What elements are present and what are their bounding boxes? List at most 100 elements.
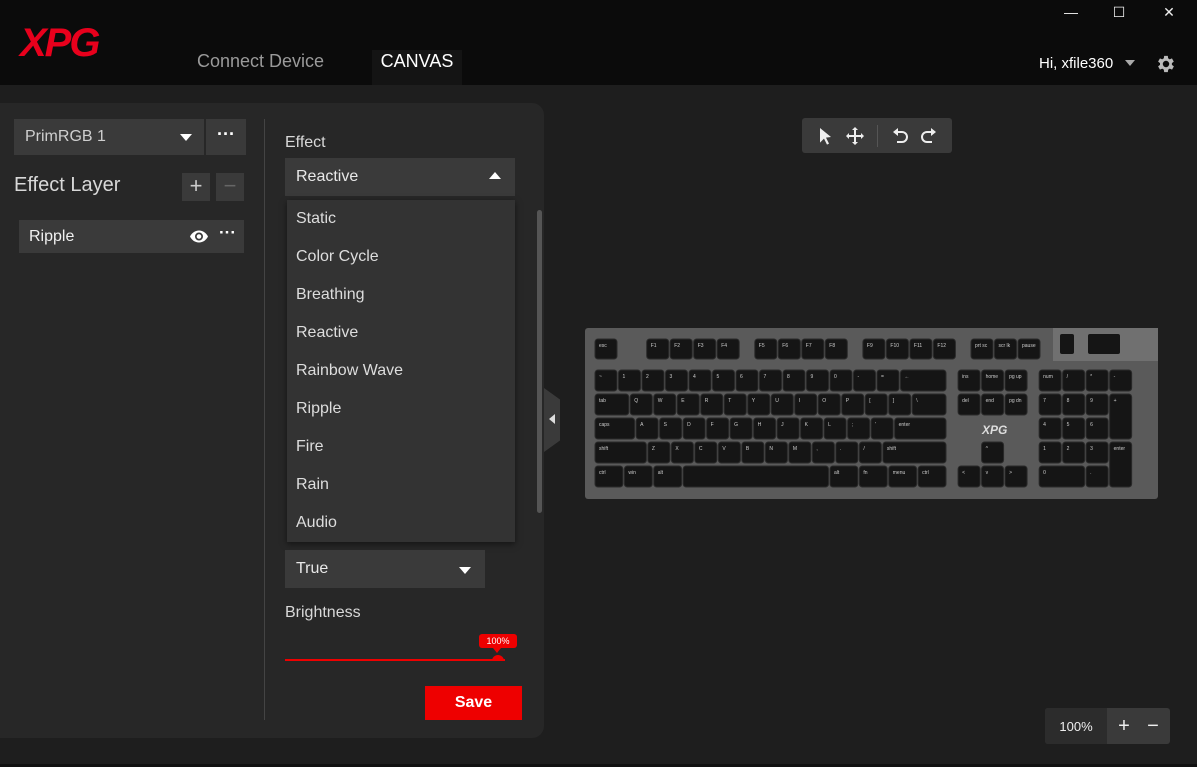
- key-alt[interactable]: alt: [653, 465, 683, 488]
- zoom-in-button[interactable]: +: [1110, 712, 1138, 740]
- key-[[interactable]: [: [864, 393, 888, 416]
- key-del[interactable]: del: [957, 393, 981, 416]
- key-enter[interactable]: enter: [894, 417, 947, 440]
- redo-icon[interactable]: [919, 126, 939, 146]
- brightness-slider-handle[interactable]: [492, 655, 504, 661]
- key-H[interactable]: H: [753, 417, 777, 440]
- move-icon[interactable]: [845, 126, 865, 146]
- key-1[interactable]: 1: [1038, 441, 1062, 464]
- key-home[interactable]: home: [981, 369, 1005, 392]
- key-0[interactable]: 0: [1038, 465, 1086, 488]
- key-=[interactable]: =: [876, 369, 900, 392]
- key-7[interactable]: 7: [1038, 393, 1062, 416]
- key-Q[interactable]: Q: [629, 393, 653, 416]
- key-6[interactable]: 6: [1085, 417, 1109, 440]
- maximize-button[interactable]: ☐: [1107, 2, 1131, 22]
- key-end[interactable]: end: [981, 393, 1005, 416]
- key-W[interactable]: W: [653, 393, 677, 416]
- effect-option-rain[interactable]: Rain: [296, 476, 329, 496]
- eye-icon[interactable]: [190, 230, 208, 243]
- key-F11[interactable]: F11: [909, 338, 933, 360]
- zoom-out-button[interactable]: −: [1139, 712, 1167, 740]
- key-M[interactable]: M: [788, 441, 812, 464]
- key--[interactable]: -: [1109, 369, 1133, 392]
- key-T[interactable]: T: [723, 393, 747, 416]
- effect-option-reactive[interactable]: Reactive: [296, 324, 358, 344]
- key-win[interactable]: win: [623, 465, 653, 488]
- key-+[interactable]: +: [1109, 393, 1133, 440]
- key-2[interactable]: 2: [1062, 441, 1086, 464]
- key-fn[interactable]: fn: [858, 465, 888, 488]
- tab-connect-device[interactable]: Connect Device: [197, 50, 324, 72]
- key-.[interactable]: .: [835, 441, 859, 464]
- key-pg dn[interactable]: pg dn: [1004, 393, 1028, 416]
- key-0[interactable]: 0: [829, 369, 853, 392]
- key-A[interactable]: A: [635, 417, 659, 440]
- brightness-slider[interactable]: [285, 659, 505, 661]
- key-F7[interactable]: F7: [801, 338, 825, 360]
- key-2[interactable]: 2: [641, 369, 665, 392]
- key-~[interactable]: ~: [594, 369, 618, 392]
- key-4[interactable]: 4: [1038, 417, 1062, 440]
- key-L[interactable]: L: [823, 417, 847, 440]
- key-4[interactable]: 4: [688, 369, 712, 392]
- key-shift[interactable]: shift: [594, 441, 647, 464]
- key-F[interactable]: F: [706, 417, 730, 440]
- key-tab[interactable]: tab: [594, 393, 630, 416]
- key-5[interactable]: 5: [1062, 417, 1086, 440]
- chevron-down-icon[interactable]: [1125, 60, 1135, 66]
- key-.[interactable]: .: [1085, 465, 1109, 488]
- key-F1[interactable]: F1: [646, 338, 670, 360]
- key-,[interactable]: ,: [811, 441, 835, 464]
- key-scr lk[interactable]: scr lk: [994, 338, 1017, 360]
- volume-roller[interactable]: [1088, 334, 1120, 354]
- profile-select[interactable]: PrimRGB 1: [14, 119, 204, 155]
- key-][interactable]: ]: [888, 393, 912, 416]
- save-button[interactable]: Save: [425, 686, 522, 720]
- media-knob[interactable]: [1060, 334, 1074, 354]
- key-^[interactable]: ^: [981, 441, 1005, 464]
- key-pg up[interactable]: pg up: [1004, 369, 1028, 392]
- key-space[interactable]: [682, 465, 829, 488]
- key-;[interactable]: ;: [847, 417, 871, 440]
- key-num[interactable]: num: [1038, 369, 1062, 392]
- key-Y[interactable]: Y: [747, 393, 771, 416]
- effect-option-fire[interactable]: Fire: [296, 438, 324, 458]
- key-3[interactable]: 3: [1085, 441, 1109, 464]
- key-ctrl[interactable]: ctrl: [594, 465, 624, 488]
- effect-select[interactable]: Reactive: [285, 158, 515, 196]
- gear-icon[interactable]: [1155, 53, 1177, 75]
- effect-option-color-cycle[interactable]: Color Cycle: [296, 248, 379, 268]
- key-alt[interactable]: alt: [829, 465, 859, 488]
- effect-option-rainbow-wave[interactable]: Rainbow Wave: [296, 362, 403, 382]
- keyboard-canvas[interactable]: esc F1 F2 F3 F4 F5 F6 F7 F8 F9 F10 F11 F12 prt sc scr …: [585, 328, 1158, 499]
- collapse-panel-handle[interactable]: [544, 388, 560, 452]
- panel-scrollbar[interactable]: [537, 210, 542, 513]
- key-/[interactable]: /: [858, 441, 882, 464]
- key-D[interactable]: D: [682, 417, 706, 440]
- key-'[interactable]: ': [870, 417, 894, 440]
- effect-option-static[interactable]: Static: [296, 210, 336, 230]
- add-layer-button[interactable]: +: [182, 173, 210, 201]
- key-1[interactable]: 1: [618, 369, 641, 392]
- key-I[interactable]: I: [794, 393, 818, 416]
- key-F4[interactable]: F4: [716, 338, 740, 360]
- key-S[interactable]: S: [659, 417, 683, 440]
- key-J[interactable]: J: [776, 417, 800, 440]
- close-button[interactable]: ✕: [1157, 2, 1181, 22]
- key-R[interactable]: R: [700, 393, 724, 416]
- effect-option-ripple[interactable]: Ripple: [296, 400, 341, 420]
- key-pause[interactable]: pause: [1017, 338, 1041, 360]
- key-\[interactable]: \: [911, 393, 947, 416]
- key-8[interactable]: 8: [782, 369, 806, 392]
- effect-option-audio[interactable]: Audio: [296, 514, 337, 534]
- key-8[interactable]: 8: [1062, 393, 1086, 416]
- key-3[interactable]: 3: [665, 369, 688, 392]
- key-F10[interactable]: F10: [885, 338, 909, 360]
- key-caps[interactable]: caps: [594, 417, 636, 440]
- key-V[interactable]: V: [717, 441, 741, 464]
- key-ins[interactable]: ins: [957, 369, 981, 392]
- key-F9[interactable]: F9: [862, 338, 886, 360]
- minimize-button[interactable]: —: [1059, 2, 1083, 22]
- key-6[interactable]: 6: [735, 369, 759, 392]
